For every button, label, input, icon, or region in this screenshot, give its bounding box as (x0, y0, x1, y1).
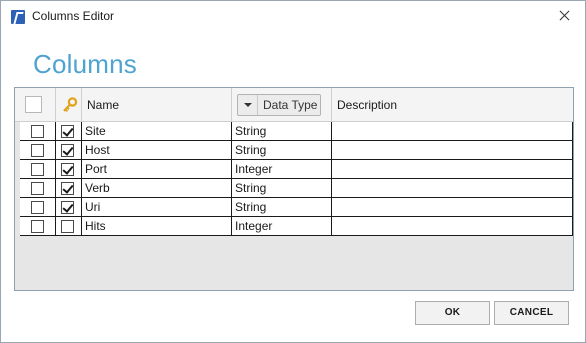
data-type-cell[interactable]: Integer (232, 217, 332, 236)
select-cell (20, 217, 56, 236)
select-cell (20, 122, 56, 141)
name-cell[interactable]: Verb (82, 179, 232, 198)
header-description[interactable]: Description (332, 88, 573, 122)
key-cell (56, 217, 82, 236)
table-row[interactable]: Host String (20, 141, 573, 160)
app-icon (11, 10, 25, 24)
title-bar: Columns Editor (1, 1, 585, 31)
key-cell (56, 198, 82, 217)
key-checkbox[interactable] (61, 220, 74, 233)
name-cell[interactable]: Site (82, 122, 232, 141)
select-cell (20, 160, 56, 179)
key-cell (56, 122, 82, 141)
columns-grid: Name Data Type Description Site String Hos… (14, 87, 574, 291)
select-cell (20, 198, 56, 217)
description-cell[interactable] (332, 141, 573, 160)
select-cell (20, 179, 56, 198)
data-type-cell[interactable]: Integer (232, 160, 332, 179)
header-select-cell (15, 88, 56, 122)
key-cell (56, 179, 82, 198)
name-cell[interactable]: Port (82, 160, 232, 179)
data-type-cell[interactable]: String (232, 141, 332, 160)
description-cell[interactable] (332, 179, 573, 198)
description-cell[interactable] (332, 198, 573, 217)
row-select-checkbox[interactable] (31, 220, 44, 233)
name-cell[interactable]: Host (82, 141, 232, 160)
table-row[interactable]: Hits Integer (20, 217, 573, 236)
header-key-cell (56, 88, 82, 122)
ok-button[interactable]: OK (415, 301, 490, 325)
key-checkbox[interactable] (61, 163, 74, 176)
table-row[interactable]: Uri String (20, 198, 573, 217)
row-select-checkbox[interactable] (31, 201, 44, 214)
row-select-checkbox[interactable] (31, 163, 44, 176)
key-checkbox[interactable] (61, 125, 74, 138)
select-all-checkbox[interactable] (25, 96, 42, 113)
columns-editor-window: Columns Editor Columns Name Data Type De… (0, 0, 586, 343)
description-cell[interactable] (332, 217, 573, 236)
grid-rows: Site String Host String Port Integer Verb Strin… (20, 122, 573, 236)
name-cell[interactable]: Uri (82, 198, 232, 217)
key-checkbox[interactable] (61, 182, 74, 195)
cancel-button[interactable]: CANCEL (494, 301, 569, 325)
description-cell[interactable] (332, 160, 573, 179)
header-data-type: Data Type (263, 98, 318, 112)
dropdown-arrow-icon (238, 95, 258, 115)
table-row[interactable]: Site String (20, 122, 573, 141)
window-title: Columns Editor (32, 9, 115, 23)
data-type-cell[interactable]: String (232, 198, 332, 217)
header-data-type-cell: Data Type (232, 88, 332, 122)
description-cell[interactable] (332, 122, 573, 141)
row-select-checkbox[interactable] (31, 125, 44, 138)
key-cell (56, 160, 82, 179)
data-type-cell[interactable]: String (232, 179, 332, 198)
header-name[interactable]: Name (82, 88, 232, 122)
key-icon (63, 97, 78, 112)
data-type-cell[interactable]: String (232, 122, 332, 141)
key-checkbox[interactable] (61, 201, 74, 214)
key-cell (56, 141, 82, 160)
key-checkbox[interactable] (61, 144, 74, 157)
row-select-checkbox[interactable] (31, 144, 44, 157)
select-cell (20, 141, 56, 160)
data-type-filter-button[interactable]: Data Type (237, 94, 321, 116)
grid-header: Name Data Type Description (15, 88, 573, 122)
page-title: Columns (33, 49, 137, 79)
table-row[interactable]: Port Integer (20, 160, 573, 179)
name-cell[interactable]: Hits (82, 217, 232, 236)
table-row[interactable]: Verb String (20, 179, 573, 198)
close-button[interactable] (555, 6, 575, 26)
row-select-checkbox[interactable] (31, 182, 44, 195)
